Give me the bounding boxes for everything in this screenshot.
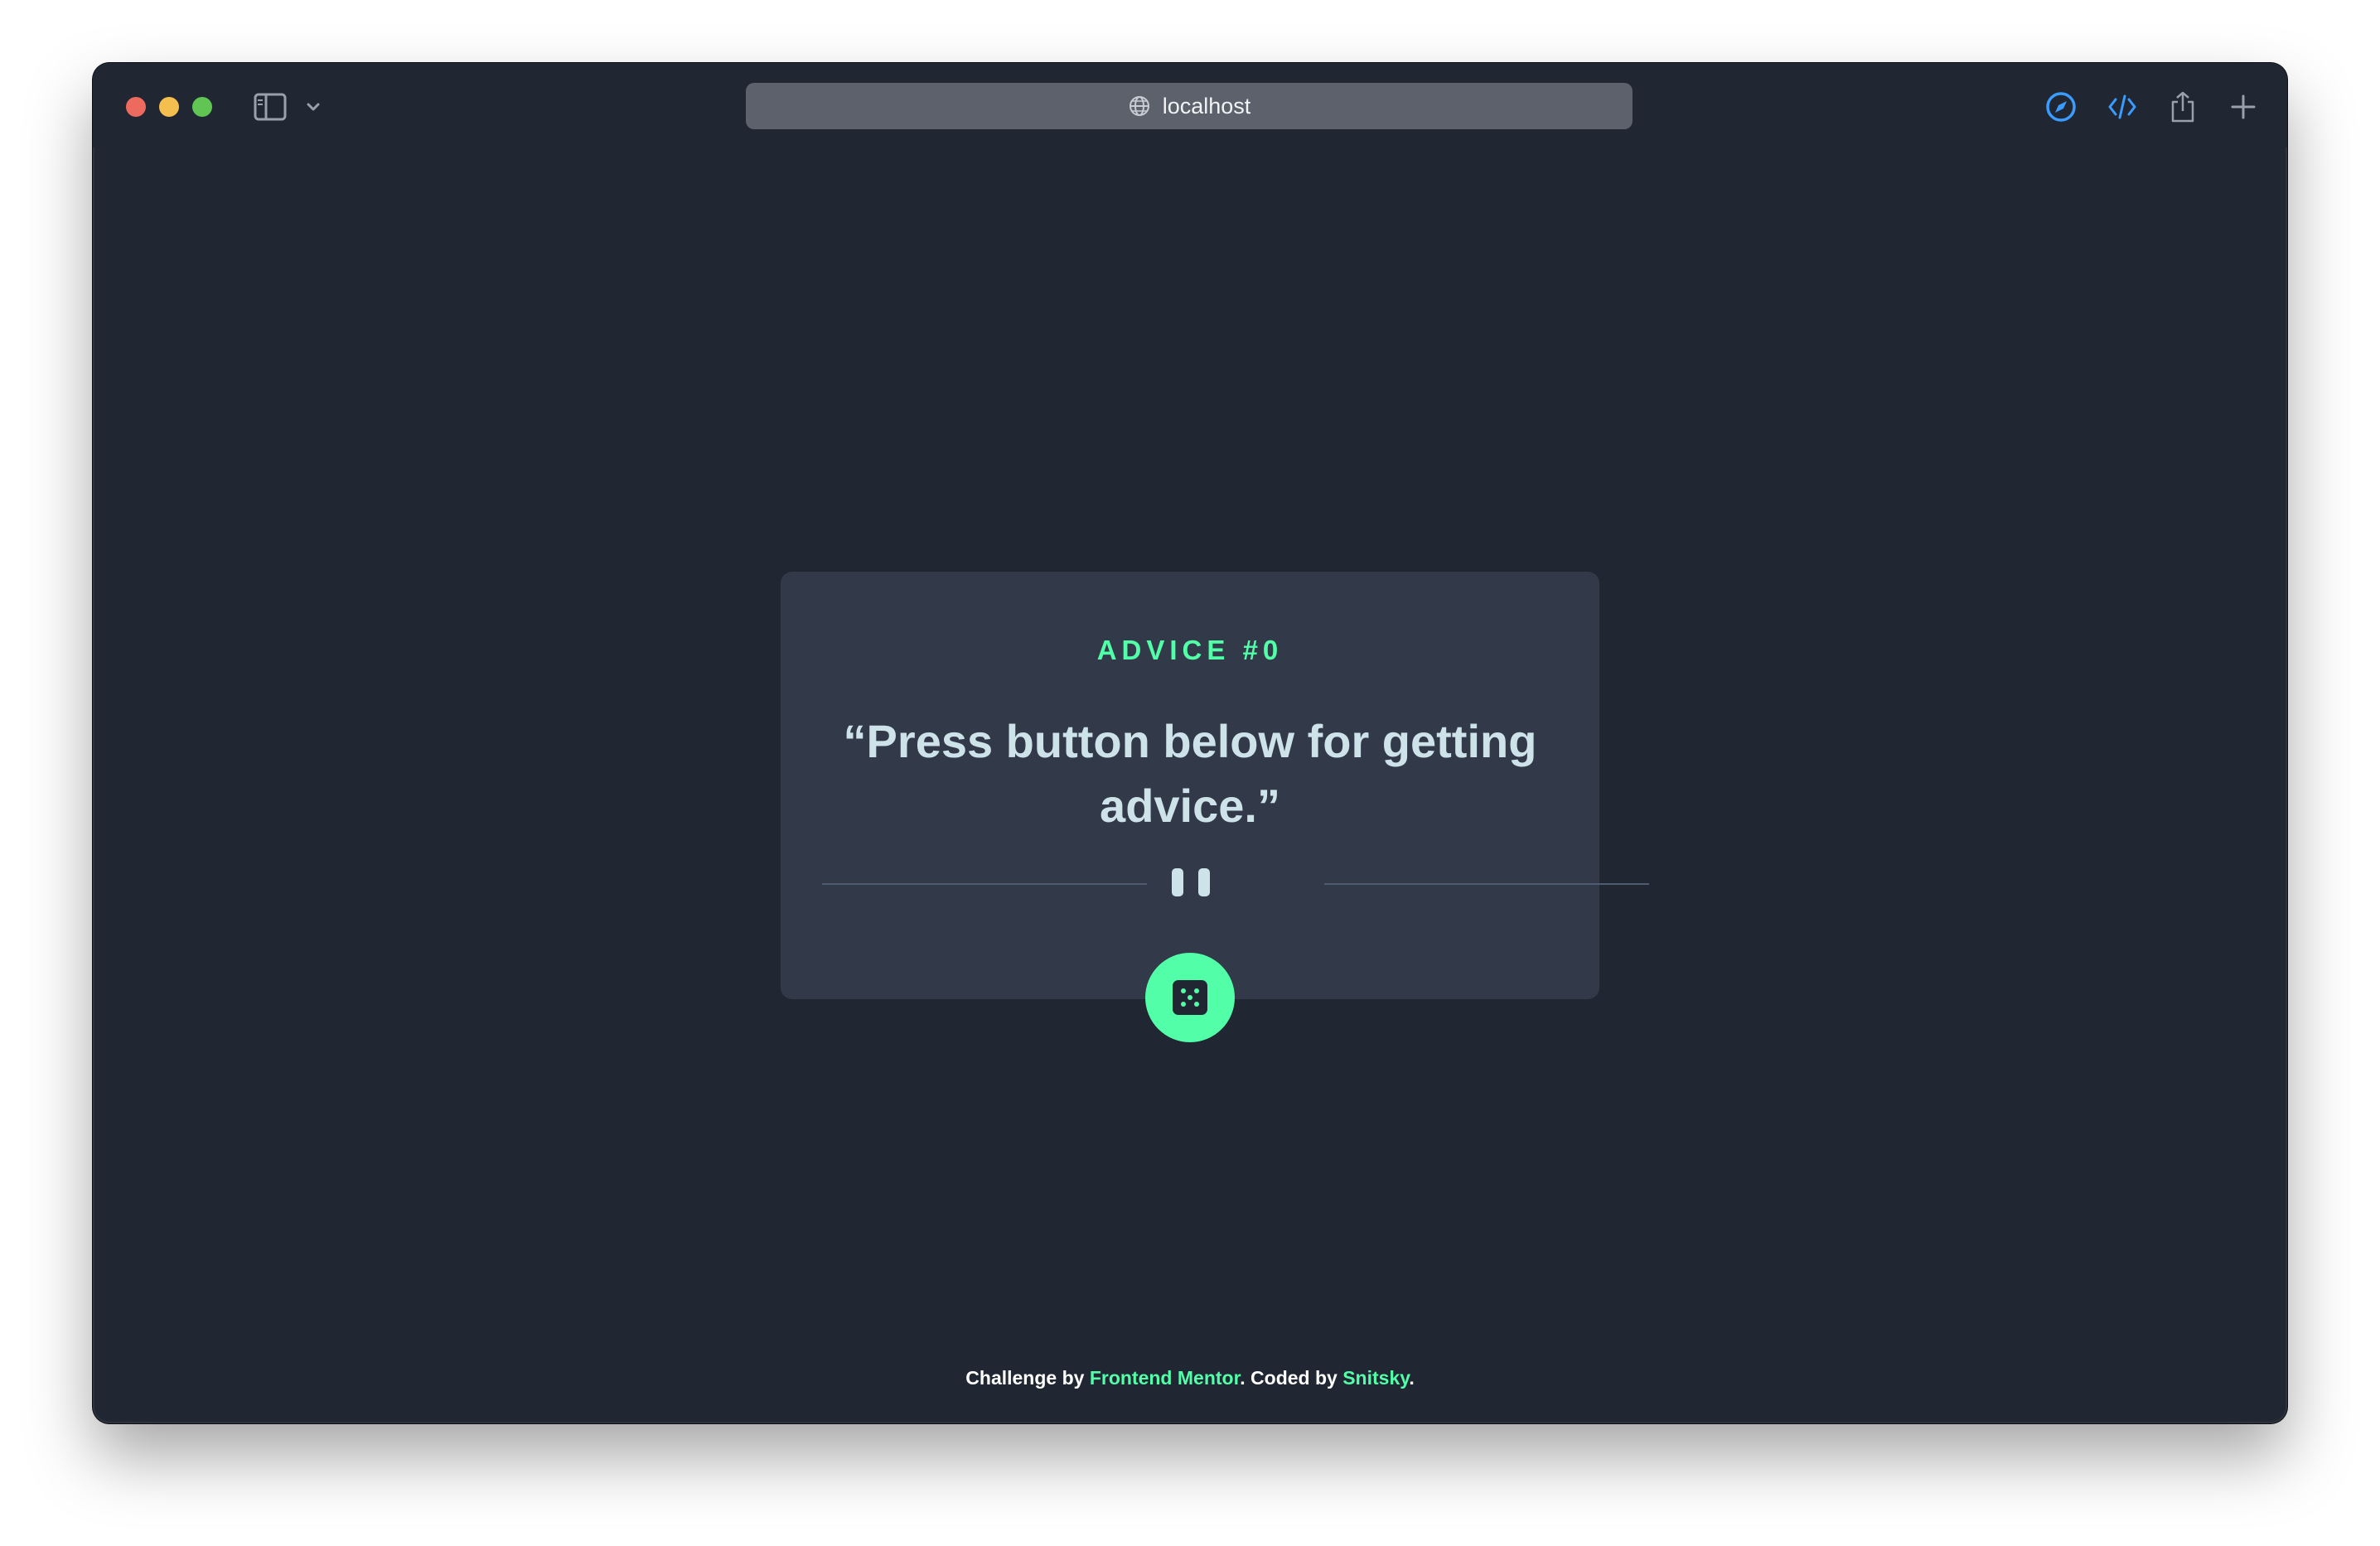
browser-toolbar: localhost [93,63,2287,147]
maximize-window-button[interactable] [192,97,212,117]
chevron-down-icon[interactable] [303,96,323,118]
globe-icon [1128,94,1151,118]
minimize-window-button[interactable] [159,97,179,117]
divider-line-left [822,883,1147,885]
code-icon[interactable] [2103,88,2141,126]
frontend-mentor-link[interactable]: Frontend Mentor [1090,1367,1240,1389]
author-link[interactable]: Snitsky [1342,1367,1409,1389]
footer-suffix: . [1409,1367,1415,1389]
compass-icon[interactable] [2042,88,2080,126]
attribution-footer: Challenge by Frontend Mentor. Coded by S… [93,1367,2287,1389]
plus-icon[interactable] [2224,88,2262,126]
advice-quote: “Press button below for getting advice.” [843,715,1537,832]
address-text: localhost [1162,93,1251,118]
divider-line-right [1324,883,1649,885]
address-bar[interactable]: localhost [746,83,1633,129]
sidebar-icon[interactable] [254,93,287,121]
advice-id: ADVICE #0 [1096,635,1284,665]
share-icon[interactable] [2164,88,2202,126]
pause-icon [1172,868,1210,896]
browser-window: localhost ADVICE #0 “Press button below … [93,63,2287,1423]
close-window-button[interactable] [126,97,146,117]
new-advice-button[interactable] [1145,953,1235,1042]
advice-card: ADVICE #0 “Press button below for gettin… [781,572,1649,999]
dice-icon [1171,978,1209,1017]
footer-prefix: Challenge by [965,1367,1090,1389]
footer-middle: . Coded by [1240,1367,1343,1389]
